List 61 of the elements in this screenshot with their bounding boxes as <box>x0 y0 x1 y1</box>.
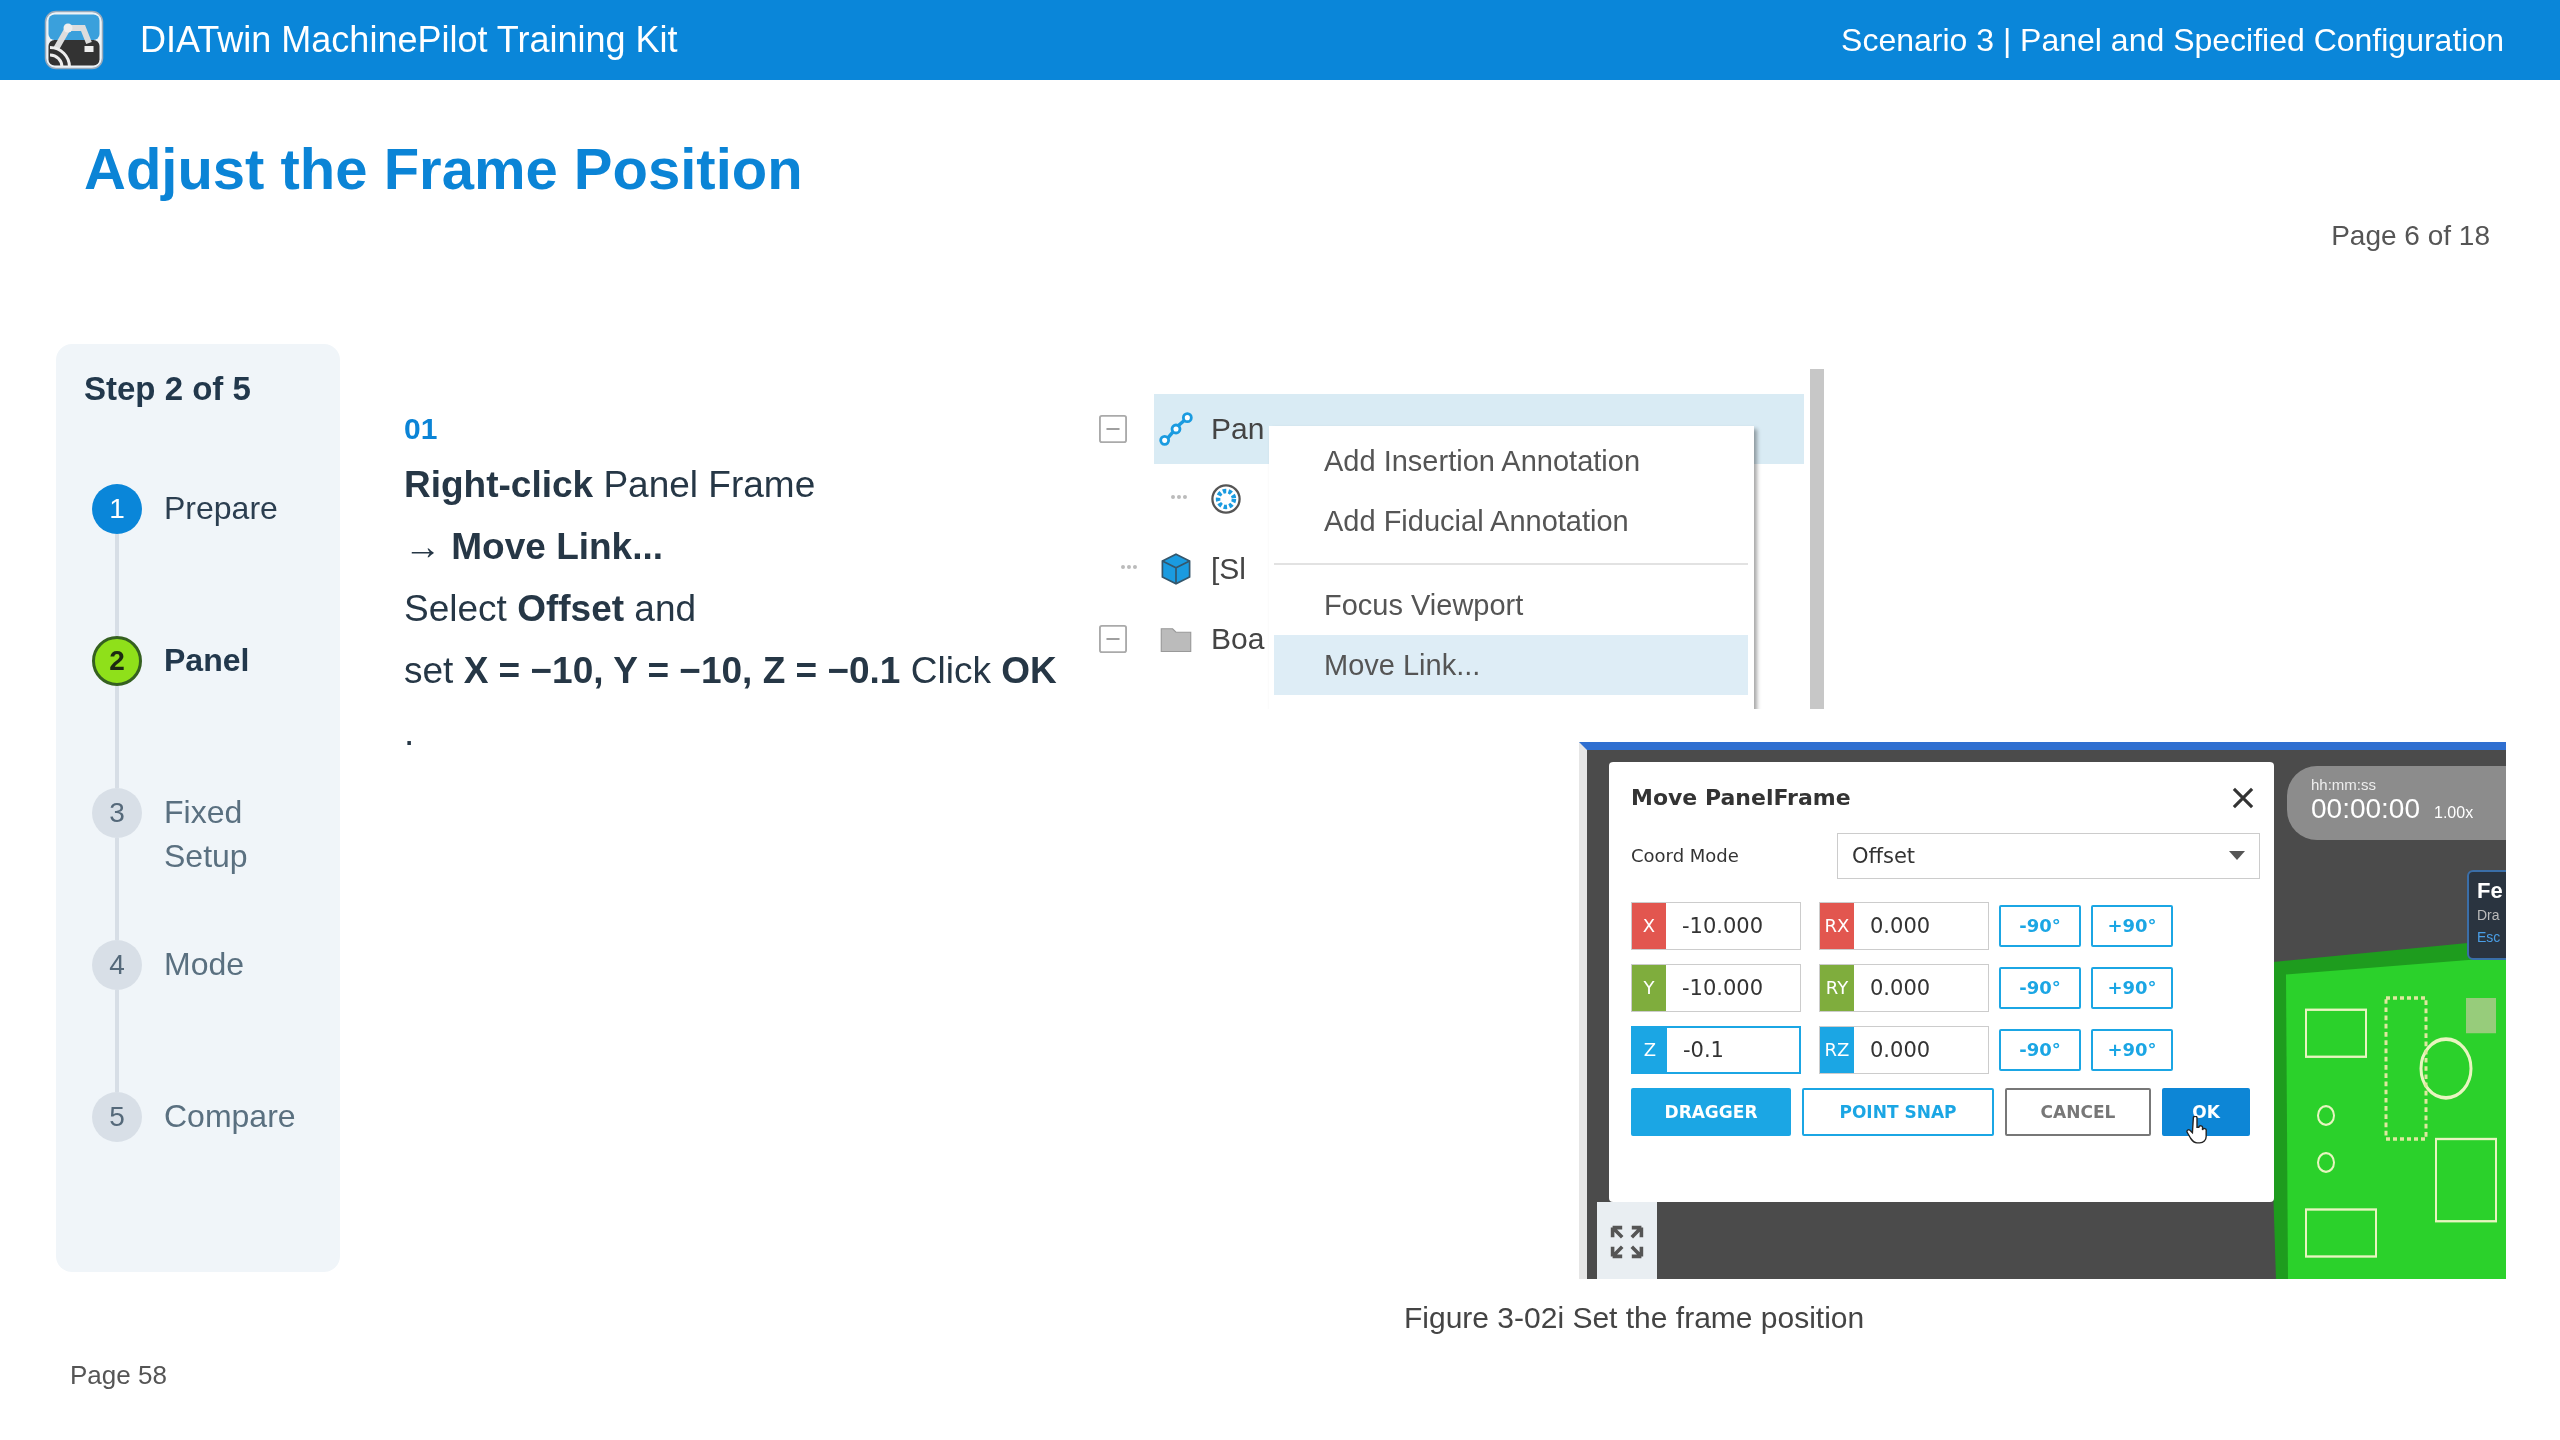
collapse-icon[interactable] <box>1099 414 1127 443</box>
dialog-button[interactable]: OK <box>2162 1087 2250 1136</box>
cube-icon <box>1159 551 1193 586</box>
instruction-text: Select Offset and <box>404 586 698 631</box>
page-number: Page 58 <box>70 1360 167 1391</box>
step-number: 1 <box>92 483 142 534</box>
step-number: 4 <box>92 939 142 990</box>
coordinate-field[interactable]: X -10.000 <box>1631 901 1801 950</box>
speed-value: 1.00x <box>2434 803 2474 822</box>
caret-icon <box>2229 850 2245 861</box>
link-node-icon <box>1159 411 1193 446</box>
fullscreen-icon[interactable] <box>1609 1223 1645 1260</box>
time-format: hh:mm:ss <box>2311 775 2377 793</box>
info-text: Dra <box>2477 905 2501 925</box>
step-number: 3 <box>92 787 142 838</box>
info-text: Esc <box>2477 927 2502 947</box>
step-label[interactable]: Panel <box>164 637 250 788</box>
instruction-text: . <box>404 710 416 755</box>
page-indicator: Page 6 of 18 <box>2330 219 2490 252</box>
step-counter: Step 2 of 5 <box>84 369 252 408</box>
axis-tag: RX <box>1820 902 1854 949</box>
collapse-icon[interactable] <box>1099 624 1127 653</box>
step-number: 5 <box>92 1091 142 1142</box>
coord-mode-dropdown[interactable]: Offset <box>1837 832 2260 879</box>
menu-item[interactable]: Add Insertion Annotation <box>1274 430 1748 491</box>
field-label: Coord Mode <box>1631 845 1740 867</box>
rotation-field[interactable]: RX 0.000 <box>1819 901 1989 950</box>
info-text: Fe <box>2477 877 2504 904</box>
rotation-field[interactable]: RZ 0.000 <box>1819 1025 1989 1074</box>
step-number: 2 <box>92 635 142 686</box>
robot-arm-logo-icon <box>44 10 104 70</box>
rotation-field[interactable]: RY 0.000 <box>1819 963 1989 1012</box>
scrollbar[interactable] <box>1810 368 1824 709</box>
page-title: Adjust the Frame Position <box>84 135 804 203</box>
instruction-number: 01 <box>404 411 439 446</box>
tree-item[interactable]: Boa <box>1211 621 1265 656</box>
step-label[interactable]: Fixed Setup <box>164 789 307 940</box>
step-label[interactable]: Prepare <box>164 485 278 636</box>
gear-icon <box>1209 481 1243 516</box>
tree-item[interactable]: Pan <box>1211 411 1265 446</box>
scenario-title: Scenario 3 | Panel and Specified Configuration <box>1841 21 2504 59</box>
axis-tag: RZ <box>1820 1026 1854 1073</box>
tree-item[interactable]: [Sl <box>1211 551 1246 586</box>
timer-value: 00:00:00 <box>2311 792 2420 825</box>
menu-item[interactable]: Add Fiducial Annotation <box>1274 490 1748 551</box>
menu-item[interactable]: Move Link... <box>1274 634 1748 695</box>
step-label[interactable]: Mode <box>164 941 245 1092</box>
axis-tag: X <box>1632 902 1666 949</box>
coordinate-field[interactable]: Y -10.000 <box>1631 963 1801 1012</box>
instruction-text: → Move Link... <box>404 524 665 569</box>
axis-tag: RY <box>1820 964 1854 1011</box>
dialog-button[interactable]: CANCEL <box>2005 1087 2151 1136</box>
coordinate-field[interactable]: Z -0.1 <box>1631 1025 1801 1074</box>
instruction-text: set X = −10, Y = −10, Z = −0.1 Click OK <box>404 648 1058 693</box>
dialog-title: Move PanelFrame <box>1631 785 1851 811</box>
axis-tag: Z <box>1633 1027 1667 1072</box>
axis-tag: Y <box>1632 964 1666 1011</box>
instruction-text: Right-click Panel Frame <box>404 462 817 507</box>
step-label[interactable]: Compare <box>164 1093 296 1244</box>
app-title: DIATwin MachinePilot Training Kit <box>140 19 678 61</box>
figure-caption: Figure 3-02i Set the frame position <box>1404 1300 1866 1335</box>
